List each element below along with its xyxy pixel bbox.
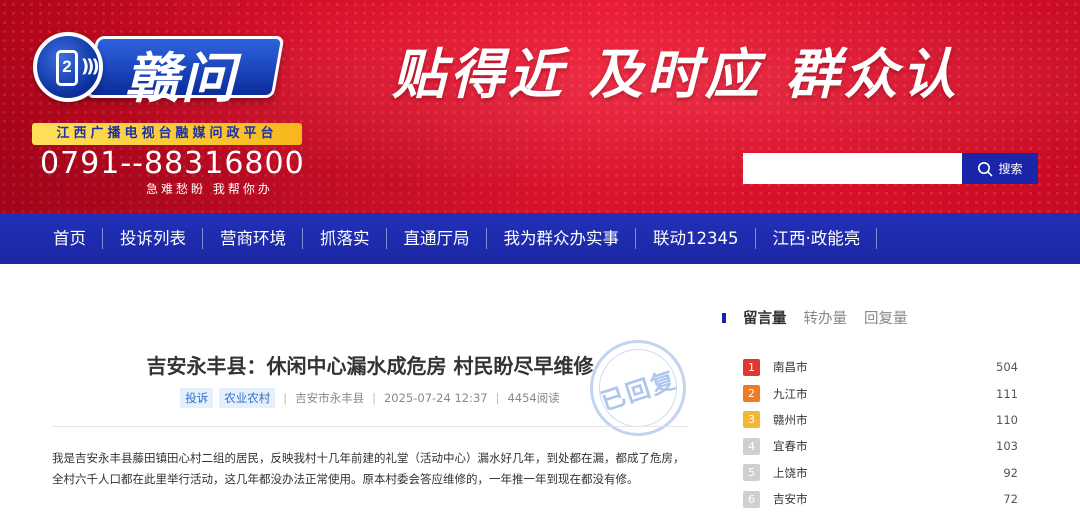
search-input[interactable] bbox=[743, 153, 962, 184]
nav-item-practical-matters[interactable]: 我为群众办实事 bbox=[487, 213, 637, 264]
city-count: 110 bbox=[996, 412, 1018, 427]
article-datetime: 2025-07-24 12:37 bbox=[383, 391, 488, 405]
list-item[interactable]: 2 九江市 111 bbox=[743, 380, 1018, 406]
tag-complaint[interactable]: 投诉 bbox=[180, 388, 214, 408]
city-name: 上饶市 bbox=[773, 465, 808, 480]
tab-transfer-count[interactable]: 转办量 bbox=[804, 307, 848, 328]
nav-item-home[interactable]: 首页 bbox=[36, 213, 103, 264]
city-count: 92 bbox=[1003, 465, 1018, 480]
city-count: 72 bbox=[1003, 492, 1018, 507]
logo-text: 赣问 bbox=[125, 47, 237, 110]
city-name: 九江市 bbox=[773, 386, 808, 401]
hotline-slogan: 急难愁盼 我帮你办 bbox=[146, 182, 273, 196]
list-item[interactable]: 3 赣州市 110 bbox=[743, 407, 1018, 433]
main-nav: 首页 投诉列表 营商环境 抓落实 直通厅局 我为群众办实事 联动12345 江西… bbox=[0, 213, 1080, 264]
rank-badge: 6 bbox=[743, 490, 760, 508]
list-item[interactable]: 6 吉安市 72 bbox=[743, 486, 1018, 512]
city-count: 111 bbox=[996, 386, 1018, 401]
main-slogan: 贴得近 及时应 群众认 bbox=[392, 43, 960, 106]
tag-agriculture[interactable]: 农业农村 bbox=[219, 388, 276, 408]
city-name: 南昌市 bbox=[773, 360, 808, 375]
tab-reply-count[interactable]: 回复量 bbox=[864, 307, 908, 328]
rank-badge: 5 bbox=[743, 464, 760, 482]
nav-item-12345[interactable]: 联动12345 bbox=[636, 213, 756, 264]
phone-icon: 2 ))) bbox=[33, 32, 103, 102]
rank-badge: 3 bbox=[743, 411, 760, 429]
nav-item-departments[interactable]: 直通厅局 bbox=[387, 213, 487, 264]
city-count: 103 bbox=[996, 439, 1018, 454]
divider bbox=[52, 426, 688, 427]
city-name: 宜春市 bbox=[773, 439, 808, 454]
ranking-tabs: 留言量 转办量 回复量 bbox=[722, 307, 908, 328]
nav-item-implementation[interactable]: 抓落实 bbox=[303, 213, 387, 264]
platform-name: 江西广播电视台融媒问政平台 bbox=[32, 123, 302, 145]
ranking-list: 1 南昌市 504 2 九江市 111 3 赣州市 110 4 宜春市 103 … bbox=[743, 354, 1018, 512]
hotline-number: 0791--88316800 bbox=[40, 146, 305, 181]
article: 已回复 吉安永丰县：休闲中心漏水成危房 村民盼尽早维修 投诉 农业农村 | 吉安… bbox=[52, 264, 699, 509]
city-count: 504 bbox=[996, 360, 1018, 375]
rank-badge: 1 bbox=[743, 358, 760, 376]
search-icon bbox=[978, 161, 993, 176]
article-meta: 投诉 农业农村 | 吉安市永丰县 | 2025-07-24 12:37 | 44… bbox=[52, 388, 688, 408]
ranking-sidebar: 留言量 转办量 回复量 1 南昌市 504 2 九江市 111 3 赣州市 11… bbox=[722, 264, 1022, 509]
list-item[interactable]: 4 宜春市 103 bbox=[743, 433, 1018, 459]
tab-message-count[interactable]: 留言量 bbox=[743, 307, 787, 328]
nav-item-zhengnengliang[interactable]: 江西·政能亮 bbox=[756, 213, 878, 264]
article-title: 吉安永丰县：休闲中心漏水成危房 村民盼尽早维修 bbox=[146, 354, 594, 378]
article-location: 吉安市永丰县 bbox=[295, 391, 365, 405]
list-item[interactable]: 5 上饶市 92 bbox=[743, 460, 1018, 486]
logo-badge: 2 bbox=[62, 57, 72, 76]
city-name: 赣州市 bbox=[773, 412, 808, 427]
article-body: 我是吉安永丰县藤田镇田心村二组的居民，反映我村十几年前建的礼堂（活动中心）漏水好… bbox=[52, 451, 685, 486]
list-item[interactable]: 1 南昌市 504 bbox=[743, 354, 1018, 380]
city-name: 吉安市 bbox=[773, 492, 808, 507]
article-reads: 4454阅读 bbox=[507, 391, 560, 405]
site-logo[interactable]: 赣问 2 ))) bbox=[33, 28, 285, 110]
search-button[interactable]: 搜索 bbox=[962, 153, 1038, 184]
search-button-label: 搜索 bbox=[998, 162, 1023, 176]
nav-item-business-environment[interactable]: 营商环境 bbox=[203, 213, 303, 264]
nav-item-complaints[interactable]: 投诉列表 bbox=[103, 213, 203, 264]
header-banner: 赣问 2 ))) 江西广播电视台融媒问政平台 0791--88316800 急难… bbox=[0, 0, 1080, 213]
rank-badge: 2 bbox=[743, 385, 760, 403]
rank-badge: 4 bbox=[743, 437, 760, 455]
tab-marker bbox=[722, 312, 726, 323]
